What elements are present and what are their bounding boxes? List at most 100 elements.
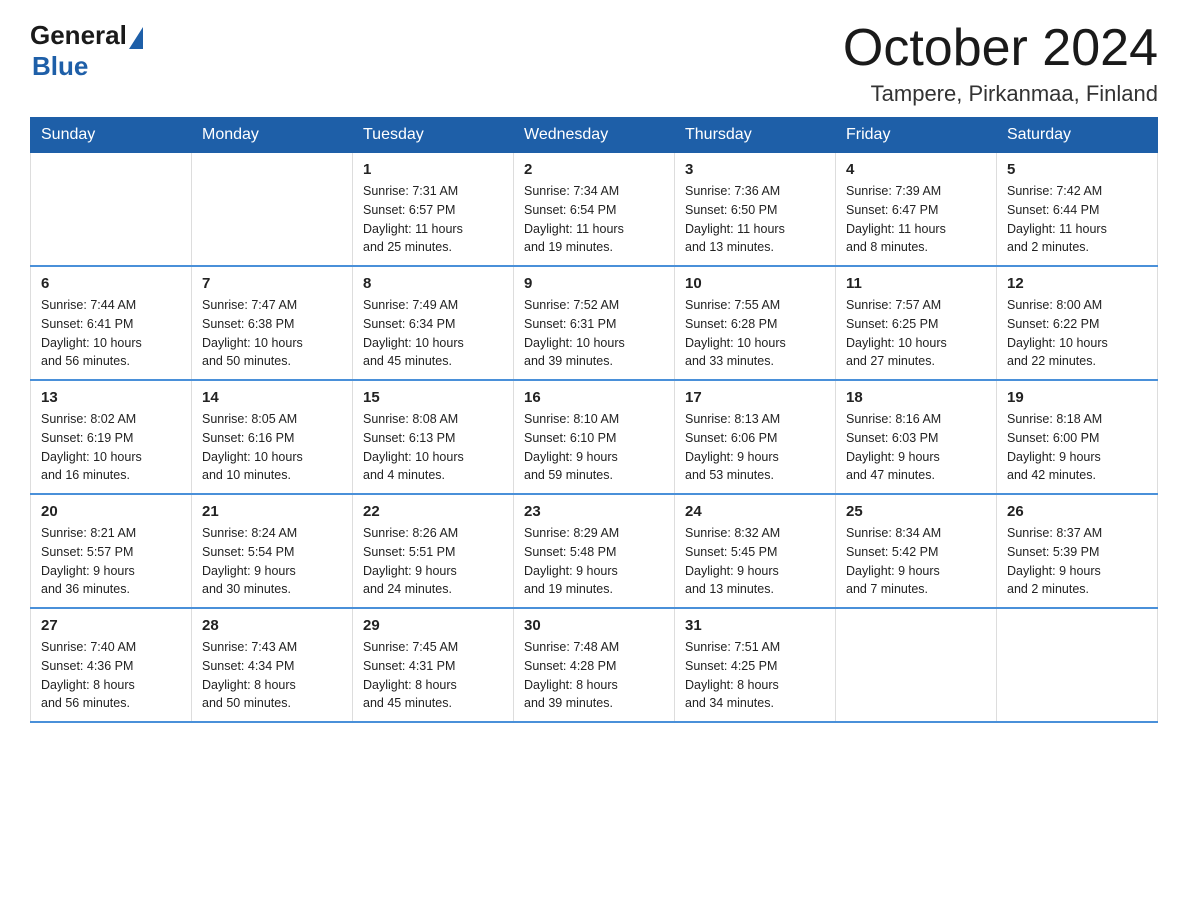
day-info: Sunrise: 7:51 AMSunset: 4:25 PMDaylight:… — [685, 638, 825, 713]
day-number: 3 — [685, 161, 825, 178]
day-number: 12 — [1007, 275, 1147, 292]
day-number: 25 — [846, 503, 986, 520]
day-info: Sunrise: 8:08 AMSunset: 6:13 PMDaylight:… — [363, 410, 503, 485]
calendar-cell: 24 Sunrise: 8:32 AMSunset: 5:45 PMDayligh… — [675, 494, 836, 608]
day-info: Sunrise: 8:37 AMSunset: 5:39 PMDaylight:… — [1007, 524, 1147, 599]
day-number: 9 — [524, 275, 664, 292]
day-info: Sunrise: 7:49 AMSunset: 6:34 PMDaylight:… — [363, 296, 503, 371]
calendar-cell — [31, 153, 192, 267]
page-header: General Blue October 2024 Tampere, Pirka… — [30, 20, 1158, 107]
day-info: Sunrise: 7:31 AMSunset: 6:57 PMDaylight:… — [363, 182, 503, 257]
weekday-header-row: SundayMondayTuesdayWednesdayThursdayFrid… — [31, 118, 1158, 153]
calendar-cell: 7Sunrise: 7:47 AMSunset: 6:38 PMDaylight… — [192, 266, 353, 380]
calendar-cell: 21 Sunrise: 8:24 AMSunset: 5:54 PMDayligh… — [192, 494, 353, 608]
day-number: 7 — [202, 275, 342, 292]
day-number: 11 — [846, 275, 986, 292]
day-info: Sunrise: 7:43 AMSunset: 4:34 PMDaylight:… — [202, 638, 342, 713]
calendar-cell: 26Sunrise: 8:37 AMSunset: 5:39 PMDayligh… — [997, 494, 1158, 608]
calendar-cell: 12 Sunrise: 8:00 AMSunset: 6:22 PMDayligh… — [997, 266, 1158, 380]
calendar-header: SundayMondayTuesdayWednesdayThursdayFrid… — [31, 118, 1158, 153]
day-number: 22 — [363, 503, 503, 520]
weekday-header-tuesday: Tuesday — [353, 118, 514, 153]
day-number: 29 — [363, 617, 503, 634]
day-number: 28 — [202, 617, 342, 634]
day-number: 2 — [524, 161, 664, 178]
day-info: Sunrise: 8:16 AMSunset: 6:03 PMDaylight:… — [846, 410, 986, 485]
calendar-table: SundayMondayTuesdayWednesdayThursdayFrid… — [30, 117, 1158, 723]
calendar-cell: 20 Sunrise: 8:21 AMSunset: 5:57 PMDayligh… — [31, 494, 192, 608]
day-info: Sunrise: 8:26 AMSunset: 5:51 PMDaylight:… — [363, 524, 503, 599]
calendar-cell: 5 Sunrise: 7:42 AMSunset: 6:44 PMDaylight… — [997, 153, 1158, 267]
calendar-cell: 31 Sunrise: 7:51 AMSunset: 4:25 PMDayligh… — [675, 608, 836, 722]
day-number: 17 — [685, 389, 825, 406]
month-title: October 2024 — [843, 20, 1158, 77]
day-number: 20 — [41, 503, 181, 520]
calendar-body: 1 Sunrise: 7:31 AMSunset: 6:57 PMDaylight… — [31, 153, 1158, 723]
calendar-cell: 30Sunrise: 7:48 AMSunset: 4:28 PMDayligh… — [514, 608, 675, 722]
calendar-cell: 29Sunrise: 7:45 AMSunset: 4:31 PMDayligh… — [353, 608, 514, 722]
location: Tampere, Pirkanmaa, Finland — [843, 81, 1158, 107]
weekday-header-thursday: Thursday — [675, 118, 836, 153]
calendar-cell: 1 Sunrise: 7:31 AMSunset: 6:57 PMDaylight… — [353, 153, 514, 267]
calendar-cell: 8Sunrise: 7:49 AMSunset: 6:34 PMDaylight… — [353, 266, 514, 380]
calendar-cell: 22 Sunrise: 8:26 AMSunset: 5:51 PMDayligh… — [353, 494, 514, 608]
day-number: 4 — [846, 161, 986, 178]
day-number: 16 — [524, 389, 664, 406]
day-info: Sunrise: 7:52 AMSunset: 6:31 PMDaylight:… — [524, 296, 664, 371]
calendar-cell: 2 Sunrise: 7:34 AMSunset: 6:54 PMDaylight… — [514, 153, 675, 267]
calendar-cell: 25 Sunrise: 8:34 AMSunset: 5:42 PMDayligh… — [836, 494, 997, 608]
logo: General Blue — [30, 20, 143, 82]
day-info: Sunrise: 7:36 AMSunset: 6:50 PMDaylight:… — [685, 182, 825, 257]
day-info: Sunrise: 8:34 AMSunset: 5:42 PMDaylight:… — [846, 524, 986, 599]
calendar-week-row: 1 Sunrise: 7:31 AMSunset: 6:57 PMDaylight… — [31, 153, 1158, 267]
calendar-cell — [192, 153, 353, 267]
logo-general: General — [30, 20, 127, 51]
day-number: 5 — [1007, 161, 1147, 178]
logo-triangle-icon — [129, 27, 143, 49]
day-info: Sunrise: 8:32 AMSunset: 5:45 PMDaylight:… — [685, 524, 825, 599]
calendar-cell: 6Sunrise: 7:44 AMSunset: 6:41 PMDaylight… — [31, 266, 192, 380]
calendar-week-row: 27Sunrise: 7:40 AMSunset: 4:36 PMDayligh… — [31, 608, 1158, 722]
logo-blue: Blue — [32, 51, 143, 82]
day-number: 13 — [41, 389, 181, 406]
day-number: 24 — [685, 503, 825, 520]
day-info: Sunrise: 7:44 AMSunset: 6:41 PMDaylight:… — [41, 296, 181, 371]
title-block: October 2024 Tampere, Pirkanmaa, Finland — [843, 20, 1158, 107]
day-number: 30 — [524, 617, 664, 634]
day-number: 21 — [202, 503, 342, 520]
day-info: Sunrise: 7:39 AMSunset: 6:47 PMDaylight:… — [846, 182, 986, 257]
calendar-cell: 10 Sunrise: 7:55 AMSunset: 6:28 PMDayligh… — [675, 266, 836, 380]
day-number: 31 — [685, 617, 825, 634]
weekday-header-sunday: Sunday — [31, 118, 192, 153]
day-number: 10 — [685, 275, 825, 292]
calendar-cell: 3 Sunrise: 7:36 AMSunset: 6:50 PMDaylight… — [675, 153, 836, 267]
weekday-header-monday: Monday — [192, 118, 353, 153]
weekday-header-wednesday: Wednesday — [514, 118, 675, 153]
calendar-cell: 11Sunrise: 7:57 AMSunset: 6:25 PMDayligh… — [836, 266, 997, 380]
calendar-cell: 23Sunrise: 8:29 AMSunset: 5:48 PMDayligh… — [514, 494, 675, 608]
day-info: Sunrise: 8:21 AMSunset: 5:57 PMDaylight:… — [41, 524, 181, 599]
day-info: Sunrise: 8:02 AMSunset: 6:19 PMDaylight:… — [41, 410, 181, 485]
weekday-header-saturday: Saturday — [997, 118, 1158, 153]
calendar-cell: 28 Sunrise: 7:43 AMSunset: 4:34 PMDayligh… — [192, 608, 353, 722]
day-info: Sunrise: 7:34 AMSunset: 6:54 PMDaylight:… — [524, 182, 664, 257]
day-info: Sunrise: 8:00 AMSunset: 6:22 PMDaylight:… — [1007, 296, 1147, 371]
calendar-cell: 27Sunrise: 7:40 AMSunset: 4:36 PMDayligh… — [31, 608, 192, 722]
calendar-cell: 9 Sunrise: 7:52 AMSunset: 6:31 PMDaylight… — [514, 266, 675, 380]
calendar-week-row: 13 Sunrise: 8:02 AMSunset: 6:19 PMDayligh… — [31, 380, 1158, 494]
day-info: Sunrise: 7:42 AMSunset: 6:44 PMDaylight:… — [1007, 182, 1147, 257]
day-info: Sunrise: 7:55 AMSunset: 6:28 PMDaylight:… — [685, 296, 825, 371]
calendar-cell: 18 Sunrise: 8:16 AMSunset: 6:03 PMDayligh… — [836, 380, 997, 494]
day-number: 15 — [363, 389, 503, 406]
calendar-cell — [836, 608, 997, 722]
calendar-cell: 16Sunrise: 8:10 AMSunset: 6:10 PMDayligh… — [514, 380, 675, 494]
day-info: Sunrise: 7:40 AMSunset: 4:36 PMDaylight:… — [41, 638, 181, 713]
day-info: Sunrise: 8:24 AMSunset: 5:54 PMDaylight:… — [202, 524, 342, 599]
day-number: 18 — [846, 389, 986, 406]
day-info: Sunrise: 8:13 AMSunset: 6:06 PMDaylight:… — [685, 410, 825, 485]
calendar-cell: 4 Sunrise: 7:39 AMSunset: 6:47 PMDaylight… — [836, 153, 997, 267]
calendar-week-row: 6Sunrise: 7:44 AMSunset: 6:41 PMDaylight… — [31, 266, 1158, 380]
day-number: 1 — [363, 161, 503, 178]
calendar-cell: 14Sunrise: 8:05 AMSunset: 6:16 PMDayligh… — [192, 380, 353, 494]
day-info: Sunrise: 8:18 AMSunset: 6:00 PMDaylight:… — [1007, 410, 1147, 485]
